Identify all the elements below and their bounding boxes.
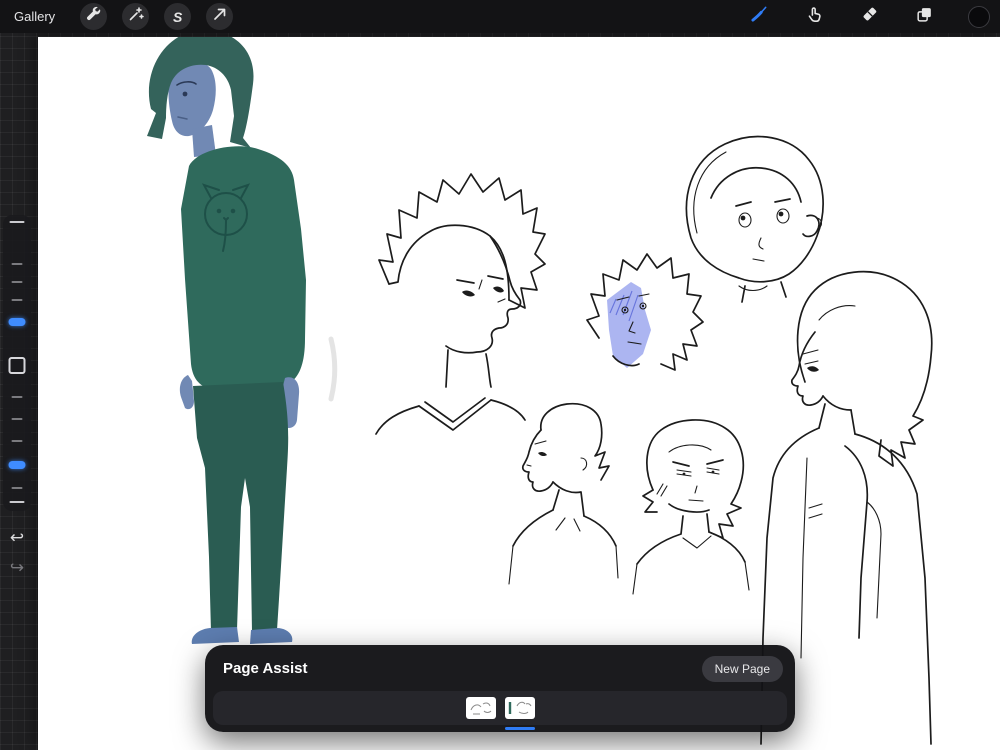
actions-button[interactable] bbox=[80, 3, 108, 30]
magic-wand-icon bbox=[127, 5, 145, 28]
modify-button[interactable] bbox=[8, 357, 26, 374]
page-2-preview bbox=[508, 701, 531, 714]
brush-opacity-slider-handle[interactable] bbox=[8, 461, 26, 469]
redo-icon: ↪ bbox=[9, 558, 25, 577]
color-swatch-icon bbox=[968, 5, 990, 28]
drawing-canvas[interactable] bbox=[38, 37, 1000, 750]
brush-icon bbox=[749, 4, 769, 29]
slider-tick bbox=[11, 263, 23, 265]
page-assist-panel: Page Assist New Page bbox=[205, 645, 795, 732]
erase-tool-button[interactable] bbox=[856, 4, 882, 30]
page-assist-title: Page Assist bbox=[223, 660, 308, 677]
sketch-head-bob bbox=[632, 419, 750, 595]
smudge-finger-icon bbox=[805, 5, 824, 29]
slider-tick bbox=[11, 487, 23, 489]
adjustments-button[interactable] bbox=[122, 3, 150, 30]
sketch-head-large bbox=[375, 173, 546, 435]
sketch-head-blue-wash bbox=[586, 253, 704, 371]
procreate-window: Gallery S ↩ ↪ Page Assist New Page bbox=[0, 0, 1000, 750]
slider-tick bbox=[9, 501, 25, 503]
eraser-icon bbox=[860, 5, 879, 29]
selected-page-indicator bbox=[504, 727, 535, 730]
wrench-icon bbox=[85, 5, 103, 28]
slider-tick bbox=[11, 281, 23, 283]
transform-button[interactable] bbox=[206, 3, 234, 30]
transform-arrow-icon bbox=[211, 5, 229, 28]
gallery-button[interactable]: Gallery bbox=[14, 9, 55, 24]
slider-tick bbox=[11, 418, 23, 420]
slider-tick bbox=[11, 299, 23, 301]
page-thumbnail-1[interactable] bbox=[465, 697, 496, 719]
layers-icon bbox=[915, 5, 934, 29]
brush-sidebar bbox=[3, 215, 31, 511]
slider-tick bbox=[11, 440, 23, 442]
page-1-preview bbox=[470, 702, 491, 715]
sketch-head-small-profile bbox=[508, 402, 619, 585]
pages-strip bbox=[213, 691, 787, 725]
slider-tick bbox=[11, 396, 23, 398]
undo-icon: ↩ bbox=[9, 528, 25, 547]
smudge-tool-button[interactable] bbox=[801, 4, 827, 30]
selection-button[interactable]: S bbox=[164, 3, 192, 30]
artwork bbox=[147, 37, 933, 745]
brush-size-slider-handle[interactable] bbox=[8, 318, 26, 326]
slider-tick bbox=[9, 221, 25, 223]
selection-s-icon: S bbox=[173, 8, 183, 25]
layers-button[interactable] bbox=[911, 4, 937, 30]
redo-button[interactable]: ↪ bbox=[3, 558, 31, 578]
undo-button[interactable]: ↩ bbox=[3, 528, 31, 548]
top-toolbar: Gallery S bbox=[0, 0, 1000, 33]
color-button[interactable] bbox=[966, 4, 992, 30]
painted-character bbox=[147, 37, 338, 644]
paint-tool-button[interactable] bbox=[746, 4, 772, 30]
sketch-head-round bbox=[685, 135, 824, 303]
page-thumbnail-2[interactable] bbox=[504, 697, 535, 719]
new-page-button[interactable]: New Page bbox=[701, 656, 783, 682]
